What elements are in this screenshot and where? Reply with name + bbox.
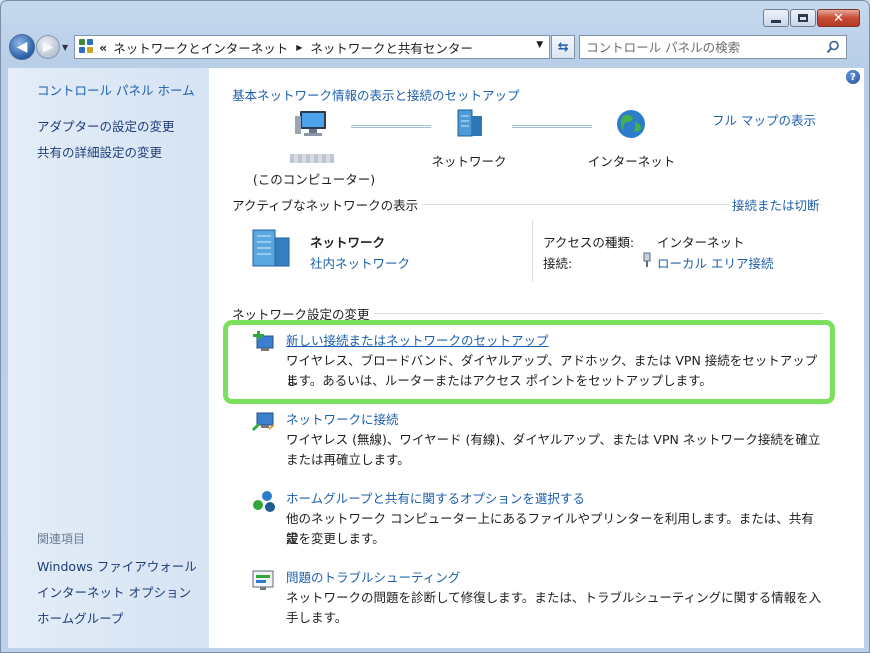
computer-name-redacted xyxy=(290,154,334,163)
active-network-name: ネットワーク xyxy=(310,235,386,250)
ethernet-plug-icon xyxy=(643,252,651,267)
troubleshoot-desc-1: ネットワークの問題を診断して修復します。または、トラブルシューティングに関する情… xyxy=(286,590,822,605)
close-icon: ✕ xyxy=(833,10,844,26)
search-box xyxy=(579,35,848,59)
related-item-internet-options[interactable]: インターネット オプション xyxy=(37,582,191,601)
connection-label: 接続: xyxy=(543,256,573,271)
vertical-divider xyxy=(532,220,533,282)
related-item-homegroup[interactable]: ホームグループ xyxy=(37,608,123,627)
breadcrumb-overflow[interactable]: « xyxy=(99,40,107,55)
network-type-link[interactable]: 社内ネットワーク xyxy=(310,253,410,272)
sidebar-item-adapter-settings[interactable]: アダプターの設定の変更 xyxy=(37,116,175,135)
related-heading: 関連項目 xyxy=(37,532,86,546)
breadcrumb-separator-icon[interactable]: ▶ xyxy=(296,43,302,52)
recent-pages-dropdown-icon[interactable]: ▼ xyxy=(62,43,68,52)
close-button[interactable]: ✕ xyxy=(817,9,860,27)
navigation-bar: ◀ ▶ ▼ « ネットワークとインターネット ▶ ネットワークと共有センター ▼… xyxy=(9,33,861,61)
troubleshoot-link[interactable]: 問題のトラブルシューティング xyxy=(286,567,460,586)
connect-network-icon xyxy=(252,412,275,431)
connect-to-network-link[interactable]: ネットワークに接続 xyxy=(286,409,399,428)
troubleshoot-icon xyxy=(252,570,274,590)
address-dropdown-icon[interactable]: ▼ xyxy=(536,40,543,50)
map-connector xyxy=(512,125,592,128)
homegroup-icon xyxy=(253,491,275,512)
access-type-value: インターネット xyxy=(657,235,745,250)
access-type-label: アクセスの種類: xyxy=(543,235,635,250)
network-icon xyxy=(457,109,482,137)
highlight-box xyxy=(223,320,835,404)
homegroup-options-desc-2: 定を変更します。 xyxy=(286,531,385,546)
network-caption: ネットワーク xyxy=(431,154,507,169)
network-building-icon xyxy=(252,229,290,267)
control-panel-icon xyxy=(79,39,95,55)
window-frame: ✕ ◀ ▶ ▼ « ネットワークとインターネット ▶ ネットワークと共有センター… xyxy=(0,0,870,653)
breadcrumb-network-sharing-center[interactable]: ネットワークと共有センター xyxy=(310,38,473,57)
maximize-button[interactable] xyxy=(790,9,816,27)
minimize-button[interactable] xyxy=(763,9,789,27)
refresh-icon: ⇆ xyxy=(557,39,569,55)
page-title: 基本ネットワーク情報の表示と接続のセットアップ xyxy=(232,88,520,103)
caption-buttons: ✕ xyxy=(763,9,860,27)
map-connector xyxy=(351,125,431,128)
local-area-connection-link[interactable]: ローカル エリア接続 xyxy=(657,253,773,272)
computer-icon xyxy=(295,111,326,136)
search-icon[interactable] xyxy=(826,40,840,54)
troubleshoot-desc-2: 手します。 xyxy=(286,610,348,625)
globe-icon xyxy=(617,110,645,138)
address-bar[interactable]: « ネットワークとインターネット ▶ ネットワークと共有センター ▼ xyxy=(74,35,551,59)
full-map-link[interactable]: フル マップの表示 xyxy=(712,110,816,129)
minimize-icon xyxy=(771,19,781,23)
back-button[interactable]: ◀ xyxy=(9,34,35,60)
maximize-icon xyxy=(798,14,808,22)
related-item-firewall[interactable]: Windows ファイアウォール xyxy=(37,556,197,575)
forward-button[interactable]: ▶ xyxy=(36,35,60,59)
active-networks-title: アクティブなネットワークの表示 xyxy=(232,195,423,214)
connect-disconnect-link[interactable]: 接続または切断 xyxy=(728,195,820,214)
forward-arrow-icon: ▶ xyxy=(42,39,54,55)
sidebar: コントロール パネル ホーム アダプターの設定の変更 共有の詳細設定の変更 関連… xyxy=(8,68,209,648)
search-input[interactable] xyxy=(586,39,817,55)
sidebar-home-link[interactable]: コントロール パネル ホーム xyxy=(37,80,195,99)
help-icon[interactable]: ? xyxy=(846,70,860,84)
back-arrow-icon: ◀ xyxy=(16,39,28,55)
internet-caption: インターネット xyxy=(587,154,676,169)
sidebar-item-advanced-sharing[interactable]: 共有の詳細設定の変更 xyxy=(37,142,162,161)
homegroup-options-link[interactable]: ホームグループと共有に関するオプションを選択する xyxy=(286,488,585,507)
computer-caption: (このコンピューター) xyxy=(252,172,376,187)
refresh-button[interactable]: ⇆ xyxy=(551,35,576,59)
connect-to-network-desc-2: または再確立します。 xyxy=(286,452,410,467)
connect-to-network-desc-1: ワイヤレス (無線)、ワイヤード (有線)、ダイヤルアップ、または VPN ネッ… xyxy=(286,432,821,447)
main-content: ? 基本ネットワーク情報の表示と接続のセットアップ フル マップの表示 (このコ… xyxy=(209,68,864,648)
breadcrumb-network-internet[interactable]: ネットワークとインターネット xyxy=(113,38,288,57)
